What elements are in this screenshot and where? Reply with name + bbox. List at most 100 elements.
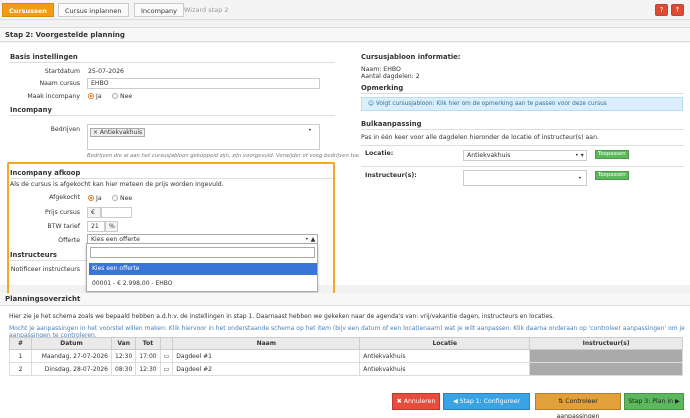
locatie-toepassen-button[interactable]: Toepassen	[595, 150, 629, 159]
offerte-label: Offerte	[58, 237, 80, 244]
row-van[interactable]: 08:30	[110, 362, 137, 376]
clear-icon[interactable]: • ▲	[305, 236, 315, 243]
bulk-description: Pas in één keer voor alle dagdelen hiero…	[361, 134, 599, 141]
jabloon-title: Cursusjabloon informatie:	[361, 53, 461, 61]
instructeurs-title: Instructeurs	[10, 251, 57, 259]
controleer-aanpassingen-button[interactable]: ⇅ Controleer aanpassingen	[535, 393, 621, 418]
incompany-nee-radio[interactable]: Nee	[112, 93, 132, 100]
row-locatie[interactable]: Antiekvakhuis	[359, 362, 531, 376]
btw-tarief-label: BTW tarief	[47, 223, 80, 230]
maak-incompany-label: Maak incompany	[27, 93, 80, 100]
instructeur-toepassen-button[interactable]: Toepassen	[595, 171, 629, 180]
planning-intro: Hier zie je het schema zoals we bepaald …	[9, 313, 555, 320]
afgekocht-ja-radio[interactable]: Ja	[88, 195, 102, 202]
naam-cursus-input[interactable]: EHBO	[87, 78, 320, 89]
row-instructeurs[interactable]	[529, 349, 683, 363]
breadcrumb-incompany[interactable]: Incompany	[134, 3, 184, 17]
divider	[361, 145, 684, 146]
planning-title: Planningsoverzicht	[5, 295, 81, 303]
incompany-title: Incompany	[10, 106, 52, 114]
opmerking-info[interactable]: ☺ Volgt cursusjabloon: Klik hier om de o…	[361, 97, 683, 111]
bedrijven-label: Bedrijven	[50, 126, 80, 133]
offerte-dropdown[interactable]: Kies een offerte 00001 - € 2.998,00 - EH…	[86, 243, 318, 292]
radio-empty-icon	[112, 195, 118, 201]
percent-addon: %	[105, 221, 118, 232]
col-van: Van	[110, 337, 137, 350]
divider	[361, 166, 684, 167]
row-naam[interactable]: Dagdeel #1	[172, 349, 361, 363]
calendar-icon[interactable]: ▭	[159, 349, 174, 363]
planning-table: # Datum Van Tot Naam Locatie Instructeur…	[9, 337, 683, 376]
col-number: #	[9, 337, 32, 350]
clear-icon[interactable]: •	[578, 175, 582, 182]
bulk-title: Bulkaanpassing	[361, 120, 422, 128]
bedrijf-tag[interactable]: × Antiekvakhuis	[90, 128, 146, 137]
afkoop-title: Incompany afkoop	[10, 169, 81, 177]
row-naam[interactable]: Dagdeel #2	[172, 362, 361, 376]
notificeer-label: Notificeer instructeurs	[10, 266, 80, 273]
afkoop-description: Als de cursus is afgekocht kan hier mete…	[10, 181, 224, 188]
dropdown-option[interactable]: Kies een offerte	[89, 263, 317, 275]
divider	[361, 93, 684, 94]
row-datum[interactable]: Dinsdag, 28-07-2026	[31, 362, 112, 376]
table-row: 1 Maandag, 27-07-2026 12:30 17:00 ▭ Dagd…	[9, 349, 683, 363]
bedrijven-hint: Bedrijven die al aan het cursusjabloon g…	[87, 153, 361, 159]
page-title: Stap 2: Voorgestelde planning	[5, 31, 125, 39]
breadcrumb-wizard-stap-2: Wizard stap 2	[184, 6, 229, 14]
opmerking-title: Opmerking	[361, 84, 404, 92]
col-instructeurs: Instructeur(s)	[529, 337, 683, 350]
table-header-row: # Datum Van Tot Naam Locatie Instructeur…	[9, 337, 683, 350]
row-instructeurs[interactable]	[529, 362, 683, 376]
row-datum[interactable]: Maandag, 27-07-2026	[31, 349, 112, 363]
col-locatie: Locatie	[359, 337, 531, 350]
divider	[10, 62, 335, 63]
divider	[361, 129, 684, 130]
stap1-button[interactable]: ◀ Stap 1: Configureer wizard	[443, 393, 530, 418]
breadcrumb-cursus-inplannen[interactable]: Cursus inplannen	[58, 3, 129, 17]
basis-title: Basis instellingen	[10, 53, 78, 61]
col-icon	[159, 337, 174, 350]
radio-label: Nee	[120, 93, 133, 100]
instructeur-label: Instructeur(s):	[365, 172, 417, 179]
help-icon[interactable]: ?	[655, 4, 668, 16]
row-tot[interactable]: 17:00	[135, 349, 161, 363]
table-row: 2 Dinsdag, 28-07-2026 08:30 12:30 ▭ Dagd…	[9, 362, 683, 376]
divider	[10, 115, 335, 116]
row-tot[interactable]: 12:30	[135, 362, 161, 376]
annuleren-button[interactable]: ✖ Annuleren	[392, 393, 440, 410]
prijs-cursus-input[interactable]	[101, 207, 132, 218]
dropdown-option[interactable]: 00001 - € 2.998,00 - EHBO	[89, 278, 317, 290]
row-van[interactable]: 12:30	[110, 349, 137, 363]
radio-label: Ja	[96, 195, 102, 202]
radio-label: Nee	[120, 195, 133, 202]
afgekocht-label: Afgekocht	[49, 194, 80, 201]
row-number: 2	[9, 362, 32, 376]
locatie-select[interactable]: Antiekvakhuis	[463, 150, 587, 161]
incompany-ja-radio[interactable]: Ja	[88, 93, 102, 100]
calendar-icon[interactable]: ▭	[159, 362, 174, 376]
startdatum-label: Startdatum	[44, 68, 80, 75]
divider	[10, 260, 86, 261]
row-number: 1	[9, 349, 32, 363]
dropdown-search-input[interactable]	[90, 247, 315, 258]
clear-icon[interactable]: •	[308, 127, 312, 134]
jabloon-naam: Naam: EHBO	[361, 66, 401, 73]
radio-selected-icon	[88, 93, 94, 99]
step-header: Stap 2: Voorgestelde planning	[0, 27, 690, 42]
breadcrumb: Cursussen Cursus inplannen Incompany Wiz…	[0, 0, 690, 20]
euro-addon: €	[87, 207, 101, 218]
scroll-up-icon[interactable]: ↑	[671, 4, 684, 16]
afgekocht-nee-radio[interactable]: Nee	[112, 195, 132, 202]
btw-tarief-input[interactable]: 21	[87, 221, 105, 232]
instructeur-select[interactable]	[463, 170, 587, 186]
naam-cursus-label: Naam cursus	[39, 80, 80, 87]
stap3-button[interactable]: Stap 3: Plan in ▶	[624, 393, 684, 410]
planning-header: Planningsoverzicht	[0, 293, 690, 306]
radio-label: Ja	[96, 93, 102, 100]
startdatum-value: 25-07-2026	[88, 68, 124, 75]
chevron-down-icon[interactable]: • ▾	[575, 152, 584, 159]
radio-selected-icon	[88, 195, 94, 201]
col-naam: Naam	[172, 337, 361, 350]
breadcrumb-cursussen[interactable]: Cursussen	[2, 3, 54, 17]
row-locatie[interactable]: Antiekvakhuis	[359, 349, 531, 363]
